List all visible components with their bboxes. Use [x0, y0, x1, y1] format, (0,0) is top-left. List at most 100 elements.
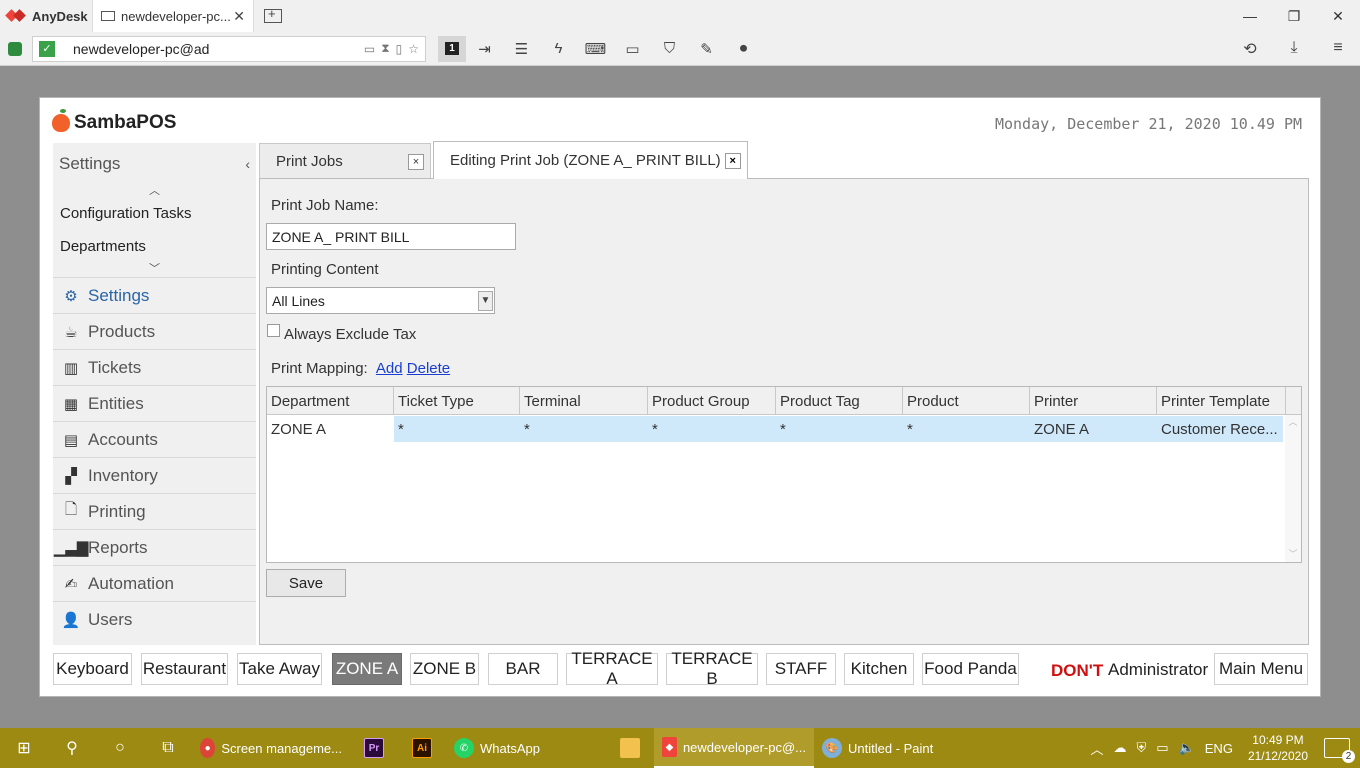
actions-lightning-icon[interactable]: ϟ	[540, 40, 577, 57]
cell-printer[interactable]: ZONE A	[1030, 416, 1157, 442]
taskbar-app-paint[interactable]: 🎨 Untitled - Paint	[814, 728, 964, 768]
taskbar-app-chrome[interactable]: ● Screen manageme...	[192, 728, 350, 768]
sidebar-item-tickets[interactable]: ▥ Tickets	[53, 349, 256, 385]
sidebar-sub-departments[interactable]: Departments	[53, 230, 256, 263]
cell-department[interactable]: ZONE A	[267, 416, 394, 442]
sidebar-item-users[interactable]: 👤 Users	[53, 601, 256, 637]
sidebar-item-accounts[interactable]: ▤ Accounts	[53, 421, 256, 457]
address-input[interactable]: newdeveloper-pc@ad	[73, 41, 358, 57]
dept-button-zone-b[interactable]: ZONE B	[410, 653, 479, 685]
history-icon[interactable]: ⟲	[1228, 39, 1272, 59]
taskbar-app-whatsapp[interactable]: ✆ WhatsApp	[446, 728, 606, 768]
new-tab-icon[interactable]	[264, 6, 282, 23]
record-icon[interactable]: ⏺	[725, 40, 762, 57]
dept-button-restaurant[interactable]: Restaurant	[141, 653, 228, 685]
volume-icon[interactable]: 🔈	[1179, 740, 1195, 756]
sidebar-item-automation[interactable]: ✍ Automation	[53, 565, 256, 601]
scroll-down-arrow-icon[interactable]: ﹀	[1285, 547, 1301, 560]
cell-terminal[interactable]: *	[520, 416, 648, 442]
column-header[interactable]: Ticket Type	[394, 387, 520, 414]
column-header[interactable]: Product Group	[648, 387, 776, 414]
system-clock[interactable]: 10:49 PM 21/12/2020	[1248, 732, 1308, 764]
close-tab-icon[interactable]: ×	[724, 152, 741, 169]
column-header[interactable]: Product	[903, 387, 1030, 414]
security-shield-icon[interactable]: ⛨	[1137, 740, 1147, 756]
dept-button-staff[interactable]: STAFF	[766, 653, 836, 685]
scroll-up-arrow-icon[interactable]: ︿	[1285, 415, 1301, 428]
dept-button-kitchen[interactable]: Kitchen	[844, 653, 914, 685]
cell-ticket-type[interactable]: *	[394, 416, 520, 442]
sidebar-item-printing[interactable]: 🗋 Printing	[53, 493, 256, 529]
download-icon[interactable]: ⤓	[1272, 39, 1316, 59]
cell-product-group[interactable]: *	[648, 416, 776, 442]
keyboard-icon[interactable]: ⌨	[577, 40, 614, 58]
sidebar-item-inventory[interactable]: ▞ Inventory	[53, 457, 256, 493]
sidebar-item-settings[interactable]: ⚙ Settings	[53, 277, 256, 313]
cell-printer-template[interactable]: Customer Rece...	[1157, 416, 1283, 442]
restore-button[interactable]: ❐	[1272, 8, 1316, 25]
close-tab-icon[interactable]: ×	[408, 153, 424, 170]
minimize-button[interactable]: —	[1228, 8, 1272, 25]
main-menu-button[interactable]: Main Menu	[1214, 653, 1308, 685]
add-mapping-link[interactable]: Add	[376, 360, 403, 377]
task-view-icon[interactable]: ⧉	[144, 728, 192, 768]
column-header[interactable]: Printer Template	[1157, 387, 1286, 414]
monitor-switch-button[interactable]: 1	[438, 35, 466, 62]
dept-button-terrace-a[interactable]: TERRACE A	[566, 649, 658, 688]
dept-button-zone-a[interactable]: ZONE A	[332, 653, 402, 685]
permissions-shield-icon[interactable]: ⛉	[651, 40, 688, 57]
display-icon[interactable]: ▭	[614, 40, 651, 58]
printing-content-select[interactable]: All Lines ▼	[266, 287, 495, 314]
favorite-star-icon[interactable]: ☆	[408, 42, 419, 56]
column-header[interactable]: Department	[267, 387, 394, 414]
taskbar-app-anydesk[interactable]: ◆ newdeveloper-pc@...	[654, 728, 814, 768]
cortana-circle-icon[interactable]: ○	[96, 728, 144, 768]
cell-product[interactable]: *	[903, 416, 1030, 442]
table-row[interactable]: ZONE A * * * * * ZONE A Customer Rece...	[267, 416, 1301, 442]
whiteboard-pen-icon[interactable]: ✎	[688, 40, 725, 58]
network-icon[interactable]: ▭	[1156, 740, 1168, 756]
scroll-down-chevron-icon[interactable]: ﹀	[53, 263, 256, 275]
dept-button-bar[interactable]: BAR	[488, 653, 558, 685]
close-window-button[interactable]: ✕	[1316, 8, 1360, 25]
always-exclude-tax-checkbox[interactable]	[267, 324, 280, 337]
tab-editing-print-job[interactable]: Editing Print Job (ZONE A_ PRINT BILL) ×	[433, 141, 748, 179]
onedrive-cloud-icon[interactable]: ☁	[1114, 740, 1127, 756]
grid-scrollbar[interactable]: ︿ ﹀	[1285, 415, 1301, 562]
windows-start-icon[interactable]: ⊞	[0, 728, 48, 768]
dept-button-keyboard[interactable]: Keyboard	[53, 653, 132, 685]
column-header[interactable]: Terminal	[520, 387, 648, 414]
anydesk-session-tab[interactable]: newdeveloper-pc... ✕	[92, 0, 254, 32]
transfer-icon[interactable]: ⇥	[466, 40, 503, 58]
address-bar[interactable]: ✓ newdeveloper-pc@ad ▭ ⧗ ▯ ☆	[32, 35, 426, 62]
paint-icon: 🎨	[822, 738, 842, 758]
notifications-icon[interactable]: 2	[1324, 738, 1355, 763]
taskbar-app-file-explorer[interactable]	[606, 728, 654, 768]
column-header[interactable]: Product Tag	[776, 387, 903, 414]
search-icon[interactable]: ⚲	[48, 728, 96, 768]
save-button[interactable]: Save	[266, 569, 346, 597]
show-hidden-icons-chevron-icon[interactable]: ︿	[1091, 739, 1104, 758]
print-job-name-input[interactable]: ZONE A_ PRINT BILL	[266, 223, 516, 250]
close-tab-icon[interactable]: ✕	[233, 8, 245, 25]
chevron-down-icon[interactable]: ▼	[478, 290, 493, 311]
cell-product-tag[interactable]: *	[776, 416, 903, 442]
input-language[interactable]: ENG	[1205, 741, 1233, 756]
scroll-up-chevron-icon[interactable]: ︿	[53, 185, 256, 197]
taskbar-app-illustrator[interactable]: Ai	[398, 728, 446, 768]
taskbar-app-premiere[interactable]: Pr	[350, 728, 398, 768]
tab-print-jobs[interactable]: Print Jobs ×	[259, 143, 431, 179]
dept-button-food-panda[interactable]: Food Panda	[922, 653, 1019, 685]
column-header[interactable]: Printer	[1030, 387, 1157, 414]
collapse-chevron-icon[interactable]: ‹	[245, 156, 250, 172]
sidebar-sub-configuration-tasks[interactable]: Configuration Tasks	[53, 197, 256, 230]
security-shield-icon[interactable]	[8, 41, 22, 56]
delete-mapping-link[interactable]: Delete	[407, 360, 450, 377]
sidebar-item-products[interactable]: ☕ Products	[53, 313, 256, 349]
chat-icon[interactable]: ☰	[503, 40, 540, 58]
sidebar-item-reports[interactable]: ▁▃▇ Reports	[53, 529, 256, 565]
sidebar-item-entities[interactable]: ▦ Entities	[53, 385, 256, 421]
dept-button-terrace-b[interactable]: TERRACE B	[666, 649, 758, 688]
dept-button-take-away[interactable]: Take Away	[237, 653, 322, 685]
menu-icon[interactable]: ≡	[1316, 39, 1360, 59]
